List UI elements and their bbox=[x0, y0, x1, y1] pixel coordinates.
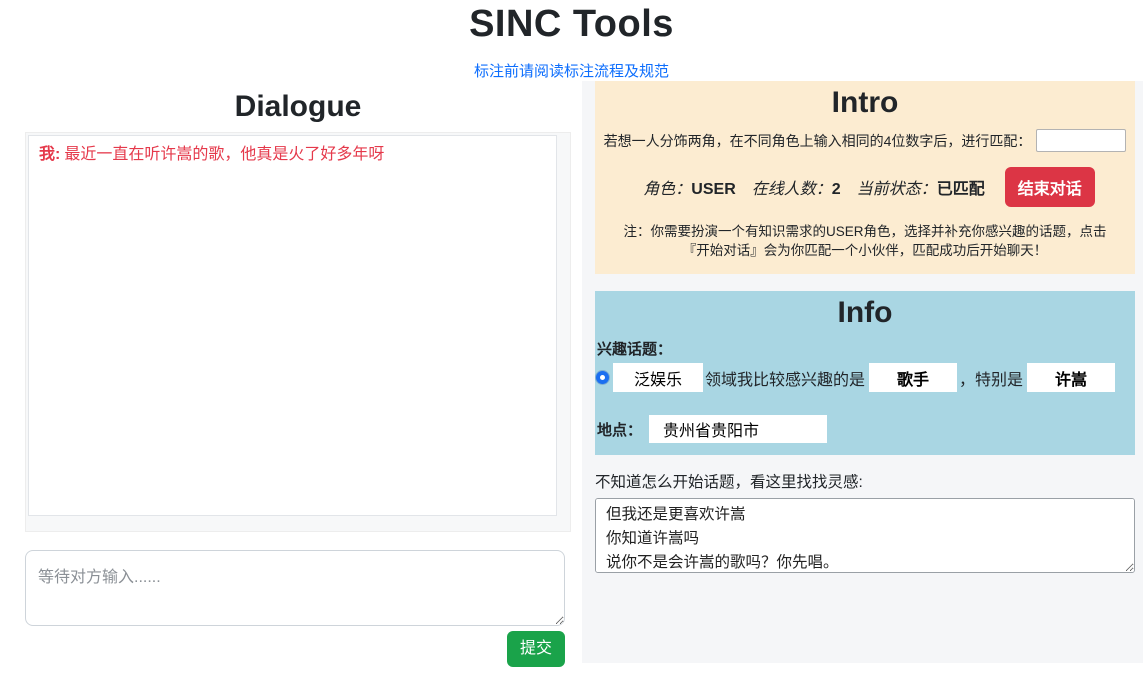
topic-section-label: 兴趣话题： bbox=[597, 341, 673, 358]
match-status: 当前状态：已匹配 bbox=[857, 175, 985, 199]
app-title: SINC Tools bbox=[469, 3, 674, 45]
message-text: 最近一直在听许嵩的歌，他真是火了好多年呀 bbox=[64, 146, 385, 163]
location-input[interactable] bbox=[649, 415, 828, 443]
role-value: USER bbox=[691, 181, 736, 198]
topic-text-2: ，特别是 bbox=[959, 371, 1024, 389]
topic-text-1: 领域我比较感兴趣的是 bbox=[705, 371, 866, 389]
match-instruction: 若想一人分饰两角，在不同角色上输入相同的4位数字后，进行匹配： bbox=[603, 132, 1032, 149]
match-status-value: 已匹配 bbox=[936, 181, 985, 198]
submit-row: 提交 bbox=[25, 631, 565, 667]
status-row: 角色：USER 在线人数：2 当前状态：已匹配 结束对话 bbox=[595, 167, 1135, 207]
main-content: Dialogue 我:最近一直在听许嵩的歌，他真是火了好多年呀 提交 Intro… bbox=[0, 81, 1143, 667]
topic-domain-input[interactable] bbox=[613, 363, 703, 392]
match-status-label: 当前状态： bbox=[856, 181, 937, 198]
inspiration-textarea[interactable]: 但我还是更喜欢许嵩 你知道许嵩吗 说你不是会许嵩的歌吗？你先唱。 bbox=[595, 498, 1135, 573]
topic-radio[interactable] bbox=[596, 371, 609, 384]
dialogue-section: Dialogue 我:最近一直在听许嵩的歌，他真是火了好多年呀 提交 bbox=[0, 81, 582, 667]
intro-panel: Intro 若想一人分饰两角，在不同角色上输入相同的4位数字后，进行匹配： 角色… bbox=[595, 81, 1135, 274]
online-status: 在线人数：2 bbox=[752, 175, 841, 199]
inspiration-label: 不知道怎么开始话题，看这里找找灵感: bbox=[595, 474, 863, 491]
end-dialog-button[interactable]: 结束对话 bbox=[1004, 167, 1095, 207]
info-title: Info bbox=[837, 296, 893, 329]
intro-note: 注：你需要扮演一个有知识需求的USER角色，选择并补充你感兴趣的话题，点击『开始… bbox=[623, 224, 1107, 258]
topic-row: 领域我比较感兴趣的是 ，特别是 bbox=[595, 360, 1135, 394]
match-code-input[interactable] bbox=[1036, 129, 1127, 152]
submit-button[interactable]: 提交 bbox=[506, 631, 565, 667]
intro-title: Intro bbox=[831, 86, 899, 119]
chat-message-list: 我: 最近一直在听许嵩的歌，他真是火了好多年呀 bbox=[28, 135, 557, 516]
chat-message: 我: 最近一直在听许嵩的歌，他真是火了好多年呀 bbox=[39, 144, 546, 166]
message-speaker: 我: bbox=[39, 146, 61, 163]
app-header: SINC Tools 标注前请阅读标注流程及规范 bbox=[0, 0, 1143, 81]
role-label: 角色： bbox=[643, 181, 692, 198]
match-row: 若想一人分饰两角，在不同角色上输入相同的4位数字后，进行匹配： bbox=[595, 129, 1135, 152]
location-label: 地点： bbox=[597, 421, 643, 439]
chat-card: 我: 最近一直在听许嵩的歌，他真是火了好多年呀 bbox=[25, 132, 571, 532]
right-panel: Intro 若想一人分饰两角，在不同角色上输入相同的4位数字后，进行匹配： 角色… bbox=[582, 81, 1143, 663]
online-value: 2 bbox=[831, 181, 841, 198]
info-panel: Info 兴趣话题： 领域我比较感兴趣的是 ，特别是 地点： bbox=[595, 291, 1135, 455]
message-input[interactable] bbox=[25, 550, 565, 626]
location-row: 地点： bbox=[595, 415, 1135, 451]
role-status: 角色：USER bbox=[643, 175, 735, 199]
topic-category-input[interactable] bbox=[869, 363, 958, 392]
online-label: 在线人数： bbox=[751, 181, 832, 198]
topic-detail-input[interactable] bbox=[1027, 363, 1116, 392]
dialogue-title: Dialogue bbox=[234, 90, 362, 123]
guide-link[interactable]: 标注前请阅读标注流程及规范 bbox=[474, 60, 669, 81]
